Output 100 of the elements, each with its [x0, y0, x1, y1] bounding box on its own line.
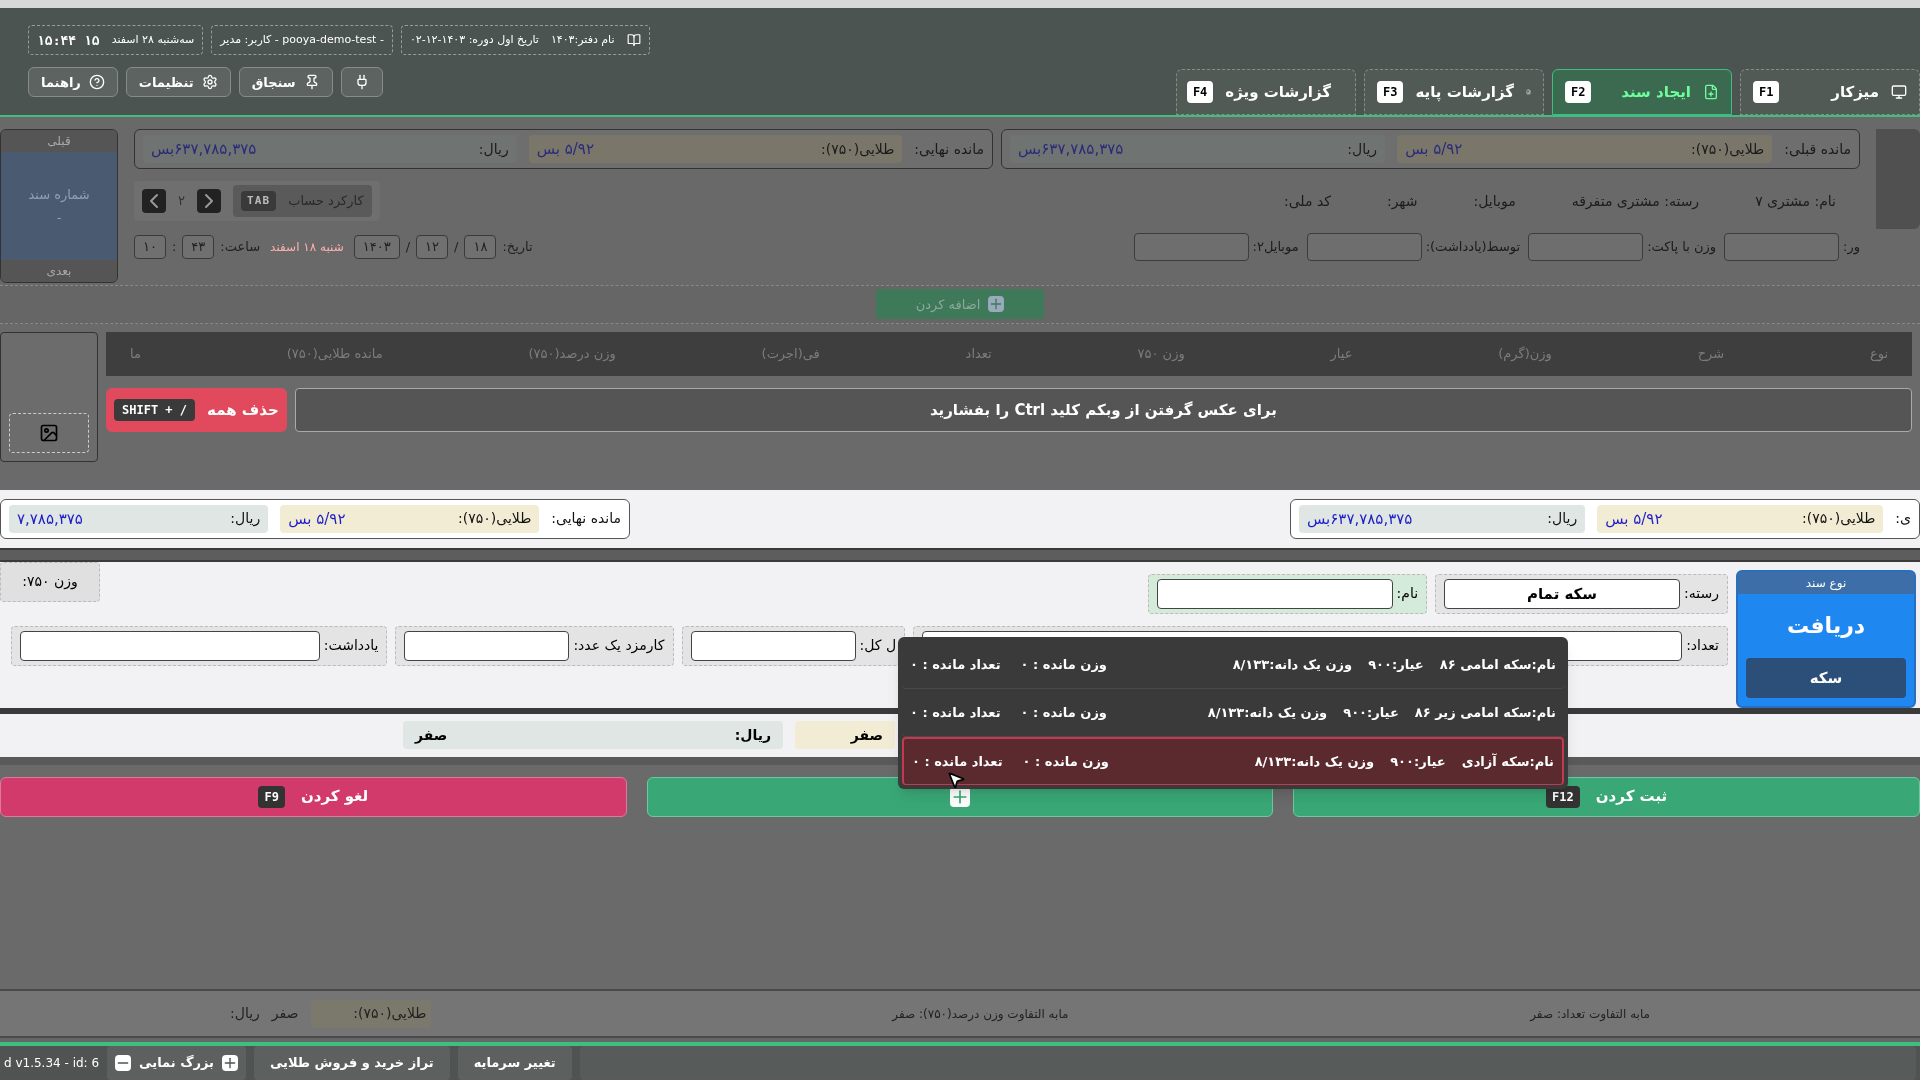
zoom-in-icon[interactable] [221, 1055, 238, 1071]
time-label: ساعت: [220, 238, 261, 257]
period-date-text: تاریخ اول دوره: ۱۴۰۳-۱۲-۰۲ [409, 32, 539, 49]
remaining-weight-text: وزن مانده : ۰ [1022, 752, 1109, 771]
page-number-text: ۲ [178, 192, 185, 211]
input-field[interactable] [1528, 233, 1644, 262]
karat-text: عیار:۹۰۰ [1368, 655, 1424, 674]
field-label: توسط(یادداشت): [1425, 238, 1521, 257]
weight-balance-value: ۵/۹۲ بس [1405, 138, 1463, 160]
shortcut-key: F4 [1186, 81, 1214, 104]
balance-label: مانده قبلی: [1784, 139, 1851, 159]
toolbar-button[interactable]: تنظیمات [125, 67, 231, 98]
field-label: کارمزد یک عدد: [573, 636, 665, 656]
customer-info-text: رسته: مشتری متفرقه [1571, 191, 1700, 212]
rial-label: ریال: [230, 1004, 260, 1024]
document-number-text: - [56, 209, 62, 228]
book-icon [626, 33, 641, 48]
input-field[interactable] [19, 630, 320, 661]
rial-label: ریال: [478, 139, 509, 159]
image-button[interactable] [9, 412, 89, 453]
input-field[interactable] [1156, 578, 1393, 609]
rial-label: ریال: [230, 509, 261, 529]
date-part-field[interactable]: ۴۳ [182, 235, 215, 260]
weight-balance-label: طلایی(۷۵۰): [1691, 139, 1765, 159]
suggestion-item[interactable]: نام:سکه آزادی عیار:۹۰۰ وزن یک دانه:۸/۱۳۳ وزن مانده : ۰ تعداد مانده : ۰ [902, 737, 1564, 785]
column-header: وزن درصد(۷۵۰) [528, 345, 616, 364]
toolbar-button[interactable]: راهنما [28, 67, 118, 98]
column-header: وزن(گرم) [1498, 345, 1552, 364]
shortcut-key: F9 [258, 785, 285, 808]
shortcut-key: SHIFT + / [114, 398, 196, 421]
field-label: ور: [1843, 238, 1860, 257]
monitor-icon [1891, 84, 1907, 101]
shortcut-key: F3 [1377, 81, 1404, 104]
remaining-weight-text: وزن مانده : ۰ [1020, 655, 1107, 674]
weight-total-value: صفر [271, 1004, 299, 1024]
weight-field: وزن ۷۵۰: [0, 561, 100, 602]
rial-label: ریال: [1547, 509, 1578, 529]
date-part-field[interactable]: ۱۰ [134, 235, 166, 260]
column-header: مانده طلایی(۷۵۰) [286, 345, 383, 364]
input-field[interactable] [1133, 233, 1249, 262]
column-header: وزن ۷۵۰ [1137, 345, 1185, 364]
input-field[interactable] [404, 630, 570, 661]
weight-balance-label: طلایی(۷۵۰): [821, 139, 895, 159]
user-info-box: - pooya-demo-test - کاربر: مدیر [211, 25, 393, 56]
zoom-out-icon[interactable] [115, 1055, 132, 1071]
date-part-field[interactable]: ۱۲ [416, 235, 449, 260]
karat-text: عیار:۹۰۰ [1343, 703, 1399, 722]
mouse-cursor-icon [946, 770, 966, 790]
karat-text: عیار:۹۰۰ [1390, 752, 1446, 771]
remaining-count-text: تعداد مانده : ۰ [912, 752, 1003, 771]
image-icon [39, 422, 59, 443]
weight-total-field: طلایی(۷۵۰): [310, 999, 431, 1028]
coin-name-text: نام:سکه آزادی [1461, 752, 1554, 772]
toolbar-button[interactable]: سنجاق [238, 67, 333, 98]
previous-button[interactable]: قبلی [1, 130, 117, 153]
balance-label: مانده نهایی: [551, 509, 621, 529]
next-button[interactable]: بعدی [1, 260, 117, 283]
shortcut-key: F1 [1753, 81, 1780, 104]
customer-info-text: شهر: [1386, 191, 1418, 212]
date-label: تاریخ: [502, 238, 533, 257]
zoom-control: بزرگ نمایی [107, 1046, 246, 1080]
weight-balance-value: ۵/۹۲ بس [536, 138, 594, 160]
shortcut-key: TAB [241, 190, 277, 212]
rial-value: ۶۳۷,۷۸۵,۳۷۵بس [1018, 138, 1124, 160]
document-type-value: دریافت [1785, 612, 1867, 641]
column-header: نوع [1869, 345, 1888, 364]
input-field[interactable]: سکه تمام [1444, 578, 1681, 609]
weight-balance-value: ۵/۹۲ بس [288, 508, 346, 530]
rial-value: صفر [415, 725, 448, 746]
unit-weight-text: وزن یک دانه:۸/۱۳۳ [1232, 655, 1353, 674]
help-icon [88, 74, 105, 91]
date-part-field[interactable]: ۱۸ [464, 235, 497, 260]
count-difference-text: مابه التفاوت تعداد: صفر [1530, 1005, 1651, 1023]
column-header: فی(اجرت) [761, 345, 820, 364]
date-part-field[interactable]: ۱۴۰۳ [353, 235, 400, 260]
balance-label: مانده نهایی: [914, 139, 984, 160]
weight-balance-label: طلایی(۷۵۰): [1802, 509, 1876, 529]
field-label: موبایل۲: [1252, 238, 1299, 257]
footer-button[interactable]: تراز خرید و فروش طلایی [253, 1046, 450, 1080]
suggestion-item[interactable]: نام:سکه امامی ۸۶ عیار:۹۰۰ وزن یک دانه:۸/۱۳۳ وزن مانده : ۰ تعداد مانده : ۰ [902, 641, 1564, 689]
column-header: تعداد [965, 345, 992, 364]
message-bar: برای عکس گرفتن از وبکم کلید Ctrl را بفشارید [294, 387, 1912, 432]
plus-icon [988, 296, 1005, 313]
weight-balance-label: طلایی(۷۵۰): [458, 509, 532, 529]
input-field[interactable] [1724, 233, 1840, 262]
clock-text: ۱۵:۴۴ ۱۵ [37, 31, 100, 50]
rial-label: ریال: [1347, 139, 1378, 160]
field-label: تعداد: [1686, 636, 1719, 656]
plug-button[interactable] [340, 67, 383, 98]
balance-label: ی: [1895, 509, 1911, 529]
rial-value: ۶۳۷,۷۸۵,۳۷۵بس [1307, 508, 1413, 530]
separator-text: / [454, 238, 459, 257]
field-label: وزن با پاکت: [1647, 238, 1717, 257]
coin-type-button[interactable]: سکه [1746, 657, 1906, 698]
footer-button[interactable]: تغییر سرمایه [457, 1046, 572, 1080]
input-field[interactable] [690, 630, 856, 661]
document-number-label: شماره سند [28, 185, 90, 204]
shortcut-key: F2 [1565, 81, 1592, 104]
field-label: رسته: [1684, 584, 1719, 604]
input-field[interactable] [1306, 233, 1422, 262]
